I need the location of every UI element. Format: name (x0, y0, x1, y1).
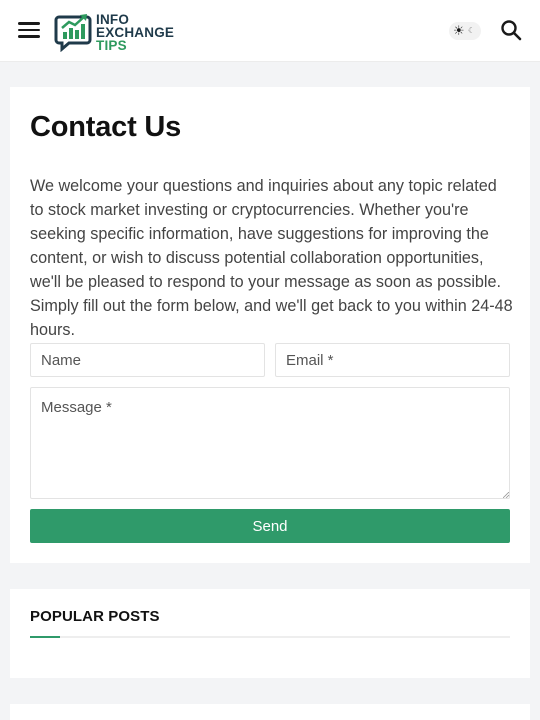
name-field[interactable] (30, 343, 265, 377)
moon-icon: ☾ (468, 26, 476, 35)
resize-handle-icon[interactable] (503, 492, 509, 498)
section-divider (30, 636, 510, 638)
email-field[interactable] (275, 343, 510, 377)
logo-line-2: EXCHANGE (96, 24, 175, 40)
send-button[interactable]: Send (30, 509, 510, 543)
hamburger-menu-icon[interactable] (18, 21, 40, 39)
section-divider-accent (30, 636, 60, 638)
contact-card: Contact Us We welcome your questions and… (10, 87, 530, 563)
site-header: INFO EXCHANGE TIPS ☀ ☾ (0, 0, 540, 62)
search-icon[interactable] (500, 19, 522, 41)
logo-line-3: TIPS (96, 37, 127, 53)
popular-posts-widget: POPULAR POSTS (10, 589, 530, 678)
message-field[interactable] (30, 387, 510, 499)
site-logo[interactable]: INFO EXCHANGE TIPS (54, 11, 174, 53)
intro-paragraph: We welcome your questions and inquiries … (30, 177, 513, 339)
popular-posts-title: POPULAR POSTS (30, 608, 160, 625)
theme-toggle[interactable]: ☀ ☾ (449, 22, 481, 40)
page-title: Contact Us (30, 111, 182, 143)
logo-wordmark: INFO EXCHANGE TIPS (96, 11, 175, 53)
logo-line-1: INFO (96, 11, 130, 27)
next-widget-card (10, 704, 530, 720)
sun-icon: ☀ (453, 23, 465, 38)
logo-chart-icon (54, 14, 92, 52)
